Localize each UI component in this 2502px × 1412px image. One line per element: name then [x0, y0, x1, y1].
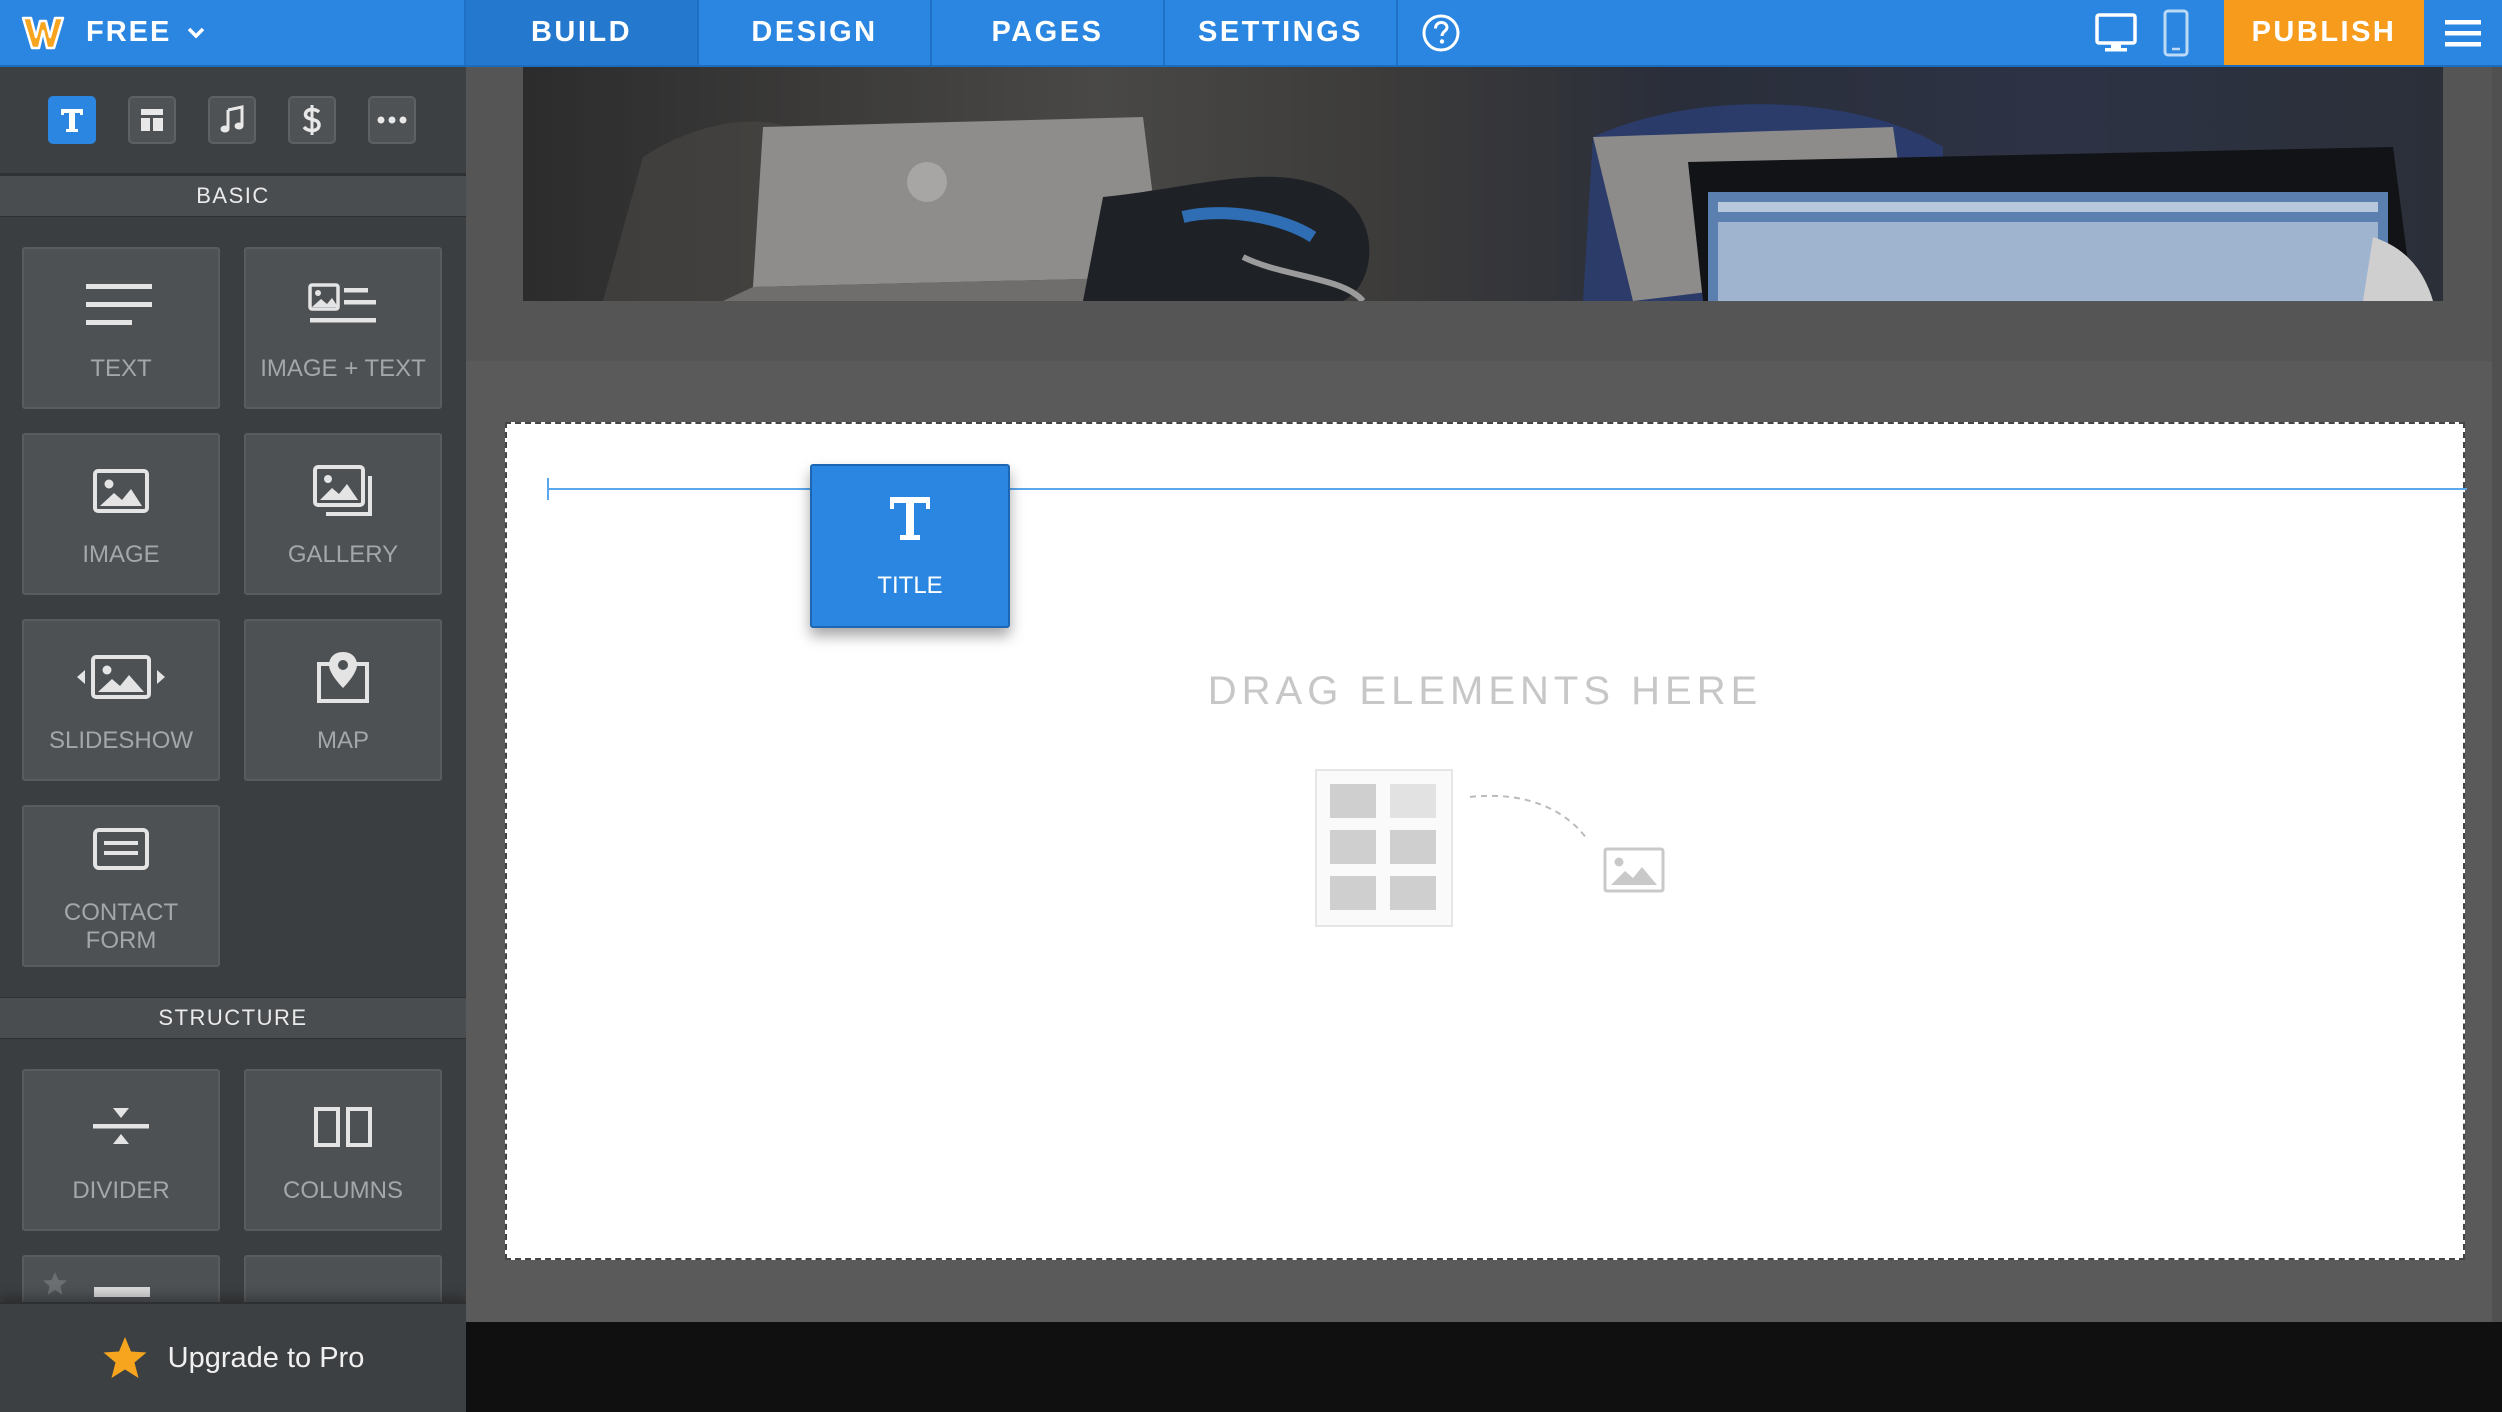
image-text-icon — [308, 273, 378, 337]
category-commerce-button[interactable] — [288, 96, 336, 144]
hamburger-icon — [2445, 19, 2481, 46]
text-lines-icon — [86, 273, 156, 337]
element-category-bar — [0, 67, 466, 175]
plan-menu[interactable]: FREE — [0, 0, 466, 65]
more-icon — [377, 116, 407, 124]
tab-design[interactable]: DESIGN — [699, 0, 932, 65]
element-columns[interactable]: COLUMNS — [244, 1069, 442, 1231]
text-icon — [61, 109, 83, 132]
structure-section-header: STRUCTURE — [0, 997, 466, 1039]
image-icon — [92, 459, 150, 523]
category-media-button[interactable] — [208, 96, 256, 144]
star-icon — [43, 1272, 67, 1295]
contact-form-icon — [92, 817, 150, 881]
music-icon — [220, 105, 244, 133]
footer-section — [466, 1322, 2502, 1412]
top-toolbar: FREE BUILD DESIGN PAGES SETTINGS PUBLISH — [0, 0, 2502, 67]
help-icon — [1422, 14, 1460, 51]
category-text-button[interactable] — [48, 96, 96, 144]
element-slideshow-label: SLIDESHOW — [48, 727, 194, 754]
dollar-icon — [302, 105, 321, 135]
desktop-view-button[interactable] — [2086, 0, 2146, 65]
drop-illustration — [1315, 769, 1675, 929]
drop-hint-text: DRAG ELEMENTS HERE — [1207, 669, 1763, 713]
element-partial-icon — [94, 1287, 150, 1297]
gallery-icon — [312, 459, 374, 523]
dragging-title-element[interactable]: TITLE — [810, 464, 1010, 628]
element-sidebar: BASIC TEXT IMAGE + TEXT IMAGE GALLERY SL… — [0, 67, 466, 1412]
element-text[interactable]: TEXT — [22, 247, 220, 409]
canvas-scrollbar[interactable] — [2492, 67, 2502, 1322]
element-slideshow[interactable]: SLIDESHOW — [22, 619, 220, 781]
element-image-label: IMAGE — [82, 541, 160, 568]
element-contact-form[interactable]: CONTACT FORM — [22, 805, 220, 967]
divider-icon — [91, 1095, 151, 1159]
mobile-icon — [2163, 9, 2189, 56]
header-image[interactable] — [523, 67, 2443, 301]
editor-canvas: TITLE DRAG ELEMENTS HERE — [466, 67, 2502, 1412]
element-image-text-label: IMAGE + TEXT — [260, 355, 426, 382]
upgrade-to-pro-button[interactable]: Upgrade to Pro — [0, 1302, 466, 1412]
publish-button[interactable]: PUBLISH — [2224, 0, 2424, 65]
element-gallery[interactable]: GALLERY — [244, 433, 442, 595]
desktop-icon — [2095, 12, 2137, 51]
weebly-logo-icon — [20, 10, 66, 56]
element-map-label: MAP — [316, 727, 369, 754]
layout-icon — [141, 109, 163, 131]
title-text-icon — [887, 493, 933, 550]
content-drop-zone[interactable]: TITLE DRAG ELEMENTS HERE — [505, 422, 2467, 1260]
tab-pages[interactable]: PAGES — [932, 0, 1165, 65]
tab-build[interactable]: BUILD — [466, 0, 699, 65]
map-pin-icon — [314, 645, 372, 709]
category-more-button[interactable] — [368, 96, 416, 144]
element-map[interactable]: MAP — [244, 619, 442, 781]
columns-icon — [313, 1095, 373, 1159]
header-section — [466, 67, 2502, 361]
star-icon — [103, 1337, 147, 1378]
category-layout-button[interactable] — [128, 96, 176, 144]
element-image-text[interactable]: IMAGE + TEXT — [244, 247, 442, 409]
element-divider-label: DIVIDER — [72, 1177, 170, 1204]
chevron-down-icon[interactable] — [187, 27, 205, 39]
basic-section-header: BASIC — [0, 175, 466, 217]
help-button[interactable] — [1398, 0, 1484, 65]
structure-elements-grid: DIVIDER COLUMNS — [0, 1039, 466, 1255]
element-divider[interactable]: DIVIDER — [22, 1069, 220, 1231]
plan-label[interactable]: FREE — [86, 16, 171, 49]
mobile-view-button[interactable] — [2146, 0, 2206, 65]
upgrade-label: Upgrade to Pro — [167, 1341, 365, 1374]
element-image[interactable]: IMAGE — [22, 433, 220, 595]
element-contact-form-label: CONTACT FORM — [63, 899, 179, 954]
element-text-label: TEXT — [90, 355, 152, 382]
slideshow-icon — [75, 645, 167, 709]
dragging-title-label: TITLE — [877, 571, 943, 599]
element-columns-label: COLUMNS — [282, 1177, 403, 1204]
element-gallery-label: GALLERY — [287, 541, 399, 568]
main-menu-button[interactable] — [2424, 0, 2502, 65]
tab-settings[interactable]: SETTINGS — [1165, 0, 1398, 65]
basic-elements-grid: TEXT IMAGE + TEXT IMAGE GALLERY SLIDESHO… — [0, 217, 466, 997]
